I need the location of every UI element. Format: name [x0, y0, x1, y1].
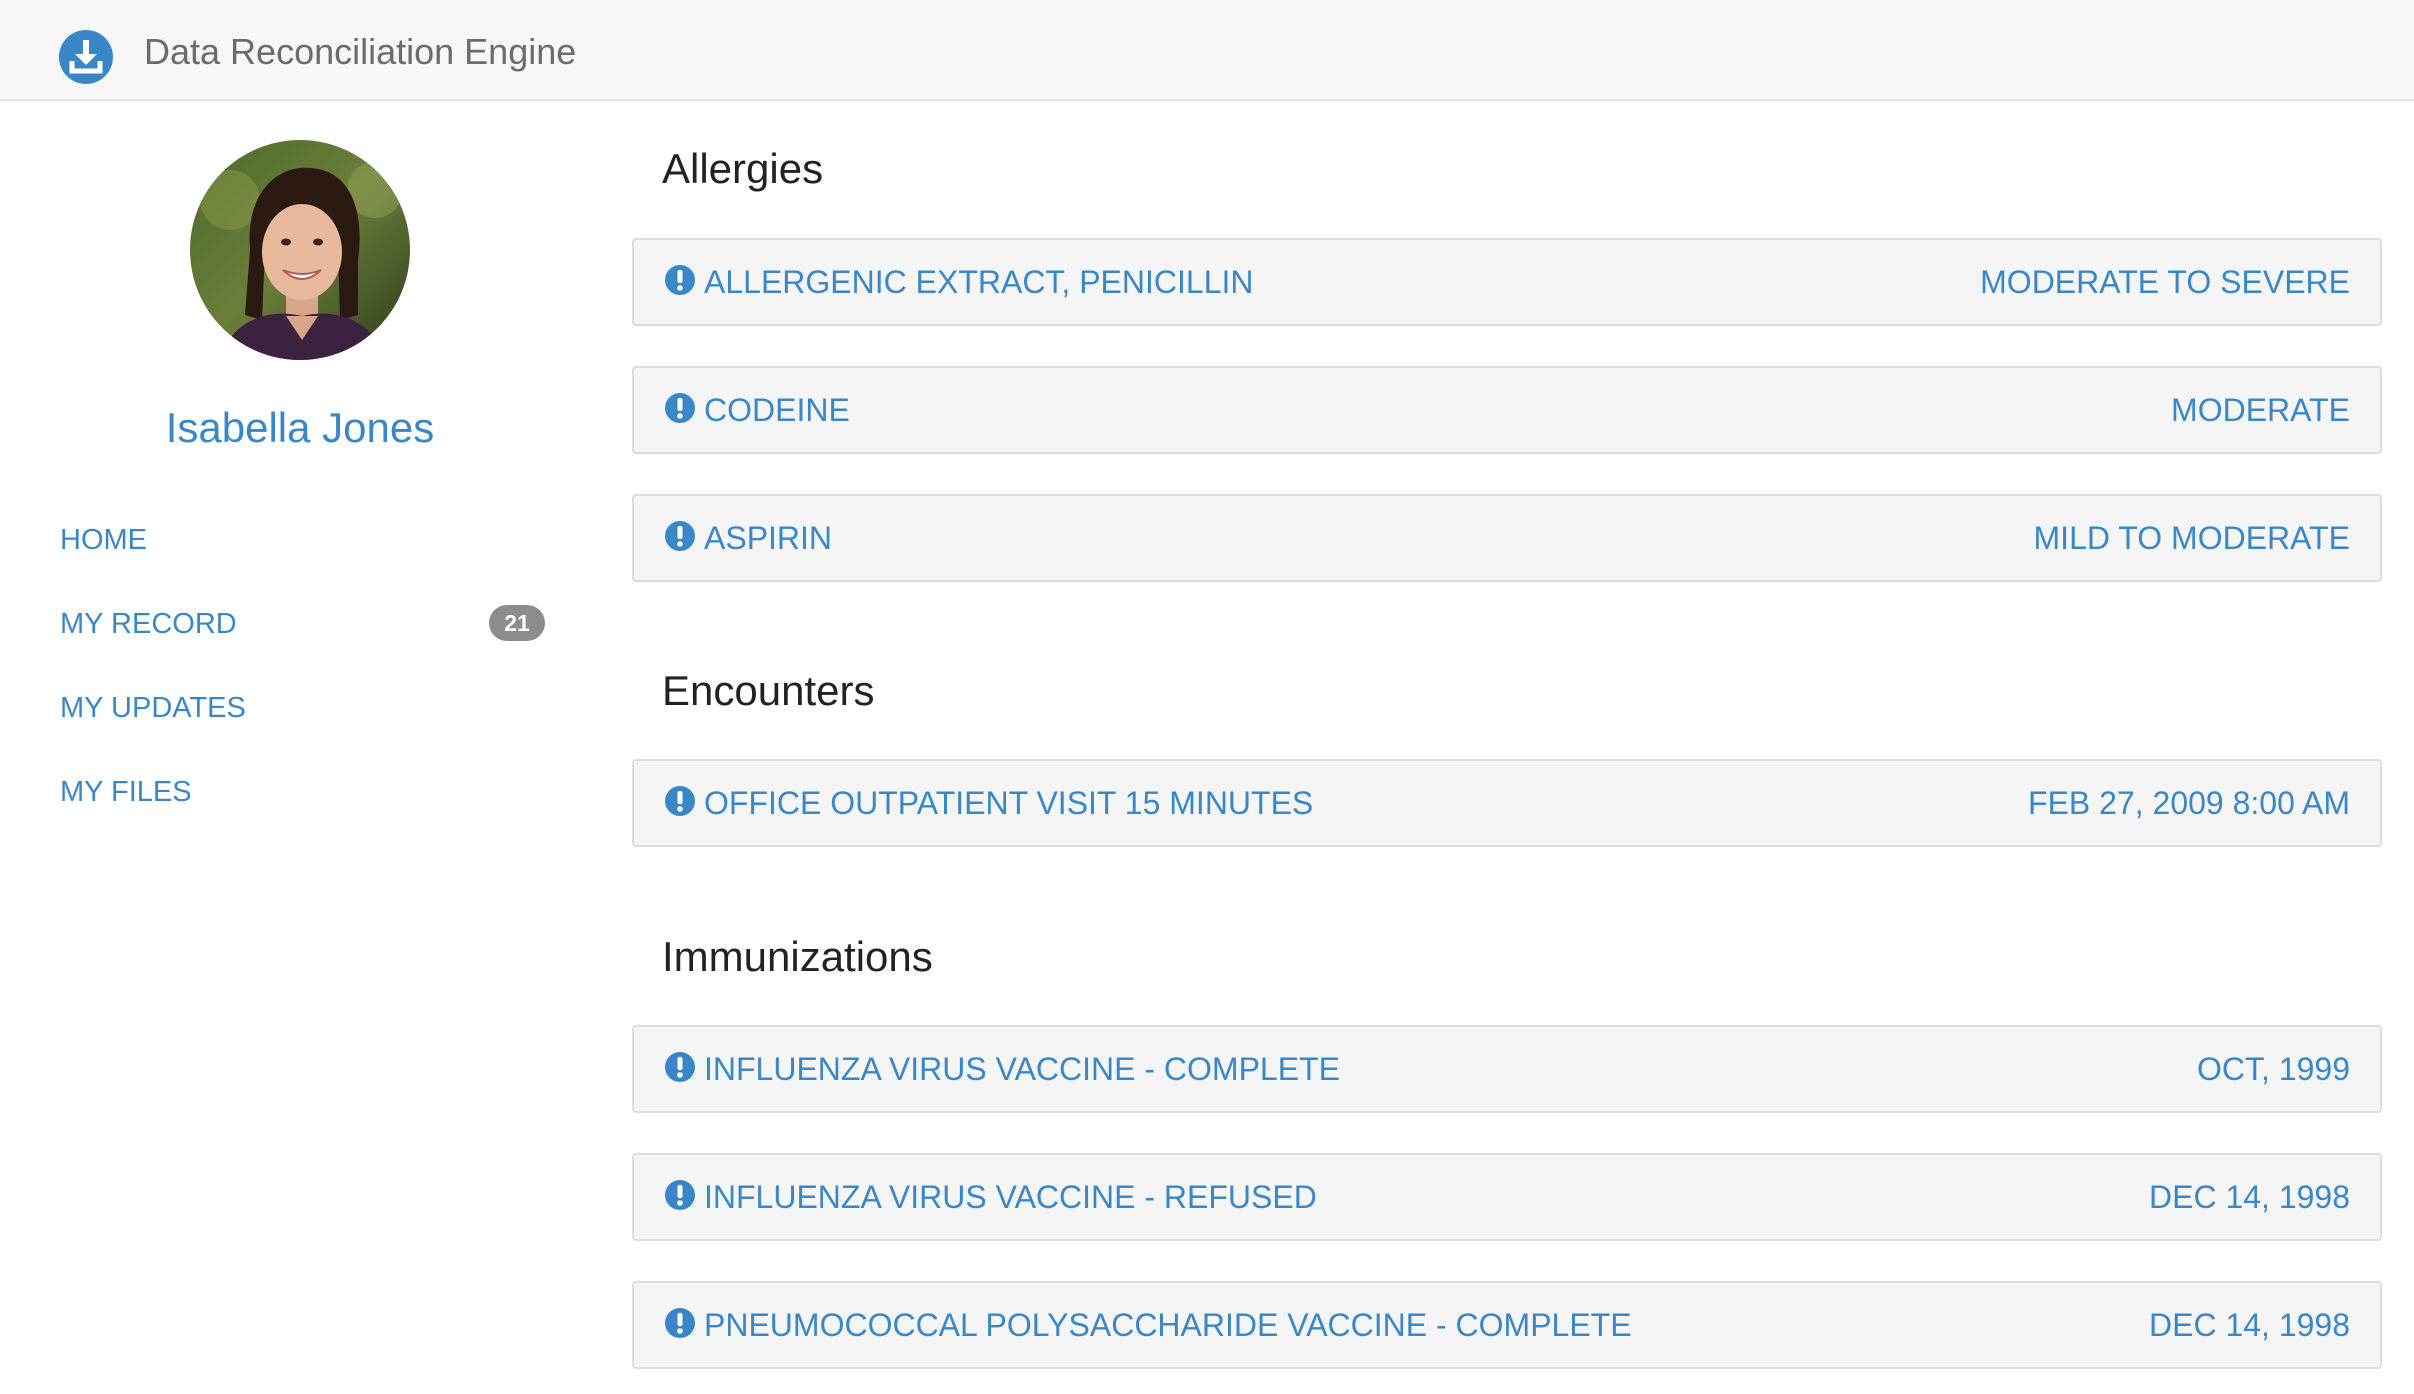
- exclamation-circle-icon: [665, 521, 695, 551]
- allergy-name: CODEINE: [704, 392, 850, 428]
- immunization-item[interactable]: PNEUMOCOCCAL POLYSACCHARIDE VACCINE - CO…: [632, 1281, 2382, 1369]
- section-title-immunizations: Immunizations: [662, 933, 933, 980]
- exclamation-circle-icon: [665, 265, 695, 295]
- nav-item-label: HOME: [60, 524, 147, 556]
- allergy-severity: MILD TO MODERATE: [2033, 520, 2350, 556]
- avatar-image: [190, 140, 410, 360]
- exclamation-circle-icon: [665, 1052, 695, 1082]
- download-icon[interactable]: [59, 30, 113, 84]
- top-bar: Data Reconciliation Engine: [0, 0, 2414, 101]
- nav-item-home[interactable]: HOME: [60, 512, 545, 568]
- nav-item-label: MY UPDATES: [60, 692, 246, 724]
- nav-item-label: MY RECORD: [60, 608, 237, 640]
- app-title: Data Reconciliation Engine: [144, 31, 577, 72]
- user-name[interactable]: Isabella Jones: [0, 400, 600, 456]
- exclamation-circle-icon: [665, 786, 695, 816]
- encounter-item[interactable]: OFFICE OUTPATIENT VISIT 15 MINUTES FEB 2…: [632, 759, 2382, 847]
- nav-item-my-record[interactable]: MY RECORD 21: [60, 596, 545, 652]
- nav-item-label: MY FILES: [60, 776, 192, 808]
- allergy-severity: MODERATE: [2171, 392, 2350, 428]
- encounter-name: OFFICE OUTPATIENT VISIT 15 MINUTES: [704, 785, 1314, 821]
- immunization-date: DEC 14, 1998: [2148, 1179, 2350, 1215]
- exclamation-circle-icon: [665, 1308, 695, 1338]
- immunization-item[interactable]: INFLUENZA VIRUS VACCINE - COMPLETE OCT, …: [632, 1025, 2382, 1113]
- count-badge: 21: [489, 605, 545, 641]
- encounter-date: FEB 27, 2009 8:00 AM: [2028, 785, 2350, 821]
- exclamation-circle-icon: [665, 1180, 695, 1210]
- immunization-date: DEC 14, 1998: [2148, 1307, 2350, 1343]
- immunization-name: PNEUMOCOCCAL POLYSACCHARIDE VACCINE - CO…: [704, 1307, 1632, 1343]
- section-title-allergies: Allergies: [662, 145, 824, 192]
- nav-item-my-files[interactable]: MY FILES: [60, 764, 545, 820]
- allergy-severity: MODERATE TO SEVERE: [1980, 264, 2350, 300]
- allergy-name: ASPIRIN: [704, 520, 833, 556]
- allergy-item[interactable]: ASPIRIN MILD TO MODERATE: [632, 494, 2382, 582]
- nav-item-my-updates[interactable]: MY UPDATES: [60, 680, 545, 736]
- allergy-item[interactable]: CODEINE MODERATE: [632, 366, 2382, 454]
- immunization-date: OCT, 1999: [2197, 1051, 2350, 1087]
- user-avatar[interactable]: [190, 140, 410, 360]
- immunization-item[interactable]: INFLUENZA VIRUS VACCINE - REFUSED DEC 14…: [632, 1153, 2382, 1241]
- immunization-name: INFLUENZA VIRUS VACCINE - COMPLETE: [704, 1051, 1340, 1087]
- exclamation-circle-icon: [665, 393, 695, 423]
- allergy-name: ALLERGENIC EXTRACT, PENICILLIN: [704, 264, 1254, 300]
- section-title-encounters: Encounters: [662, 667, 875, 714]
- allergy-item[interactable]: ALLERGENIC EXTRACT, PENICILLIN MODERATE …: [632, 238, 2382, 326]
- immunization-name: INFLUENZA VIRUS VACCINE - REFUSED: [704, 1179, 1317, 1215]
